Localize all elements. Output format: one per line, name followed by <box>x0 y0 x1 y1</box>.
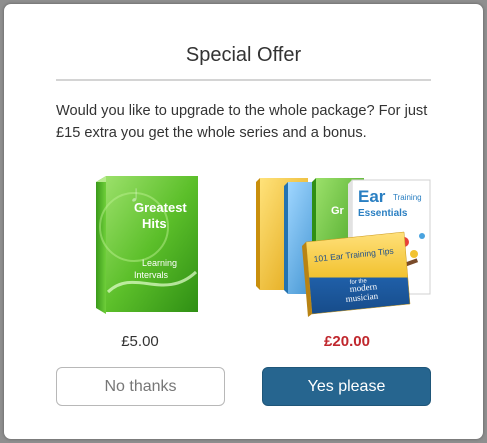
box-title-line1: Greatest <box>134 200 187 215</box>
single-product-image: ♩ Greatest Hits Learning Intervals <box>94 172 204 317</box>
box-title-line2: Hits <box>142 216 167 231</box>
box-subtitle-line1: Learning <box>142 258 177 268</box>
no-thanks-button[interactable]: No thanks <box>56 367 225 406</box>
ear-box-subtitle: Essentials <box>358 208 408 219</box>
green-box-peek-label: Gr <box>331 205 345 217</box>
greatest-hits-box-art: ♩ Greatest Hits Learning Intervals <box>96 176 198 314</box>
dialog-title: Special Offer <box>185 44 302 66</box>
offer-message: Would you like to upgrade to the whole p… <box>56 103 428 141</box>
ear-box-title: Ear <box>358 187 386 206</box>
special-offer-dialog: Special Offer Would you like to upgrade … <box>4 4 483 439</box>
title-divider <box>56 79 431 81</box>
bundle-product-price: £20.00 <box>324 333 370 350</box>
single-product-price: £5.00 <box>121 333 159 350</box>
yes-please-button[interactable]: Yes please <box>262 367 431 406</box>
ear-box-title-training: Training <box>393 193 422 202</box>
bundle-box-art: Gr Ear Training Essentials 101 Ear Train… <box>256 178 431 317</box>
box-subtitle-line2: Intervals <box>134 270 169 280</box>
bundle-product-image: Gr Ear Training Essentials 101 Ear Train… <box>254 172 434 317</box>
